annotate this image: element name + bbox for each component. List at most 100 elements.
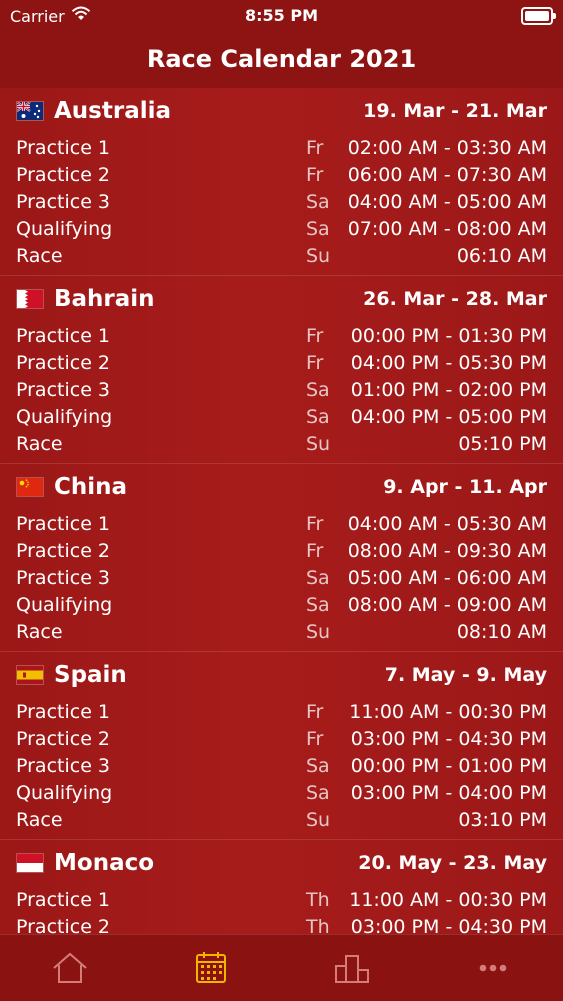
session-name: Practice 1 (16, 136, 111, 159)
session-time: 05:00 AM - 06:00 AM (347, 566, 547, 589)
session-name: Practice 1 (16, 324, 111, 347)
race-item[interactable]: Australia 19. Mar - 21. Mar Practice 1 F… (0, 88, 563, 276)
session-row: Practice 1 Fr 11:00 AM - 00:30 PM (16, 698, 547, 725)
session-row: Race Su 05:10 PM (16, 431, 547, 458)
session-time: 04:00 PM - 05:00 PM (350, 406, 547, 429)
session-name: Race (16, 809, 63, 832)
session-time: 01:00 PM - 02:00 PM (350, 378, 547, 401)
session-row: Practice 3 Sa 00:00 PM - 01:00 PM (16, 752, 547, 779)
session-day: Sa (306, 406, 330, 429)
session-time: 08:10 AM (456, 621, 547, 644)
session-time: 08:00 AM - 09:30 AM (347, 539, 547, 562)
session-name: Race (16, 433, 63, 456)
race-header: Monaco 20. May - 23. May (16, 848, 547, 878)
race-item[interactable]: China 9. Apr - 11. Apr Practice 1 Fr 04:… (0, 464, 563, 652)
country-name: China (54, 474, 128, 500)
session-day: Fr (306, 512, 324, 535)
session-day: Fr (306, 324, 324, 347)
session-name: Qualifying (16, 218, 113, 241)
session-time: 04:00 AM - 05:00 AM (347, 190, 547, 213)
tab-standings[interactable] (312, 946, 392, 990)
session-row: Practice 3 Sa 01:00 PM - 02:00 PM (16, 376, 547, 403)
monaco-flag-icon (16, 853, 44, 873)
session-day: Sa (306, 218, 330, 241)
session-day: Sa (306, 754, 330, 777)
session-name: Practice 1 (16, 700, 111, 723)
spain-flag-icon (16, 665, 44, 685)
session-time: 08:00 AM - 09:00 AM (347, 594, 547, 617)
session-row: Practice 2 Fr 06:00 AM - 07:30 AM (16, 161, 547, 188)
china-flag-icon (16, 477, 44, 497)
bahrain-flag-icon (16, 289, 44, 309)
session-day: Sa (306, 566, 330, 589)
session-row: Practice 2 Fr 03:00 PM - 04:30 PM (16, 725, 547, 752)
race-item[interactable]: Bahrain 26. Mar - 28. Mar Practice 1 Fr … (0, 276, 563, 464)
session-list: Practice 1 Th 11:00 AM - 00:30 PM Practi… (16, 886, 547, 934)
country-name: Monaco (54, 850, 155, 876)
country-name: Bahrain (54, 286, 155, 312)
session-day: Su (306, 245, 331, 268)
session-day: Fr (306, 539, 324, 562)
session-row: Qualifying Sa 07:00 AM - 08:00 AM (16, 216, 547, 243)
race-dates: 19. Mar - 21. Mar (363, 100, 547, 122)
session-time: 11:00 AM - 00:30 PM (349, 888, 547, 911)
session-day: Su (306, 433, 331, 456)
race-header: Australia 19. Mar - 21. Mar (16, 96, 547, 126)
session-name: Practice 2 (16, 727, 111, 750)
session-row: Practice 3 Sa 05:00 AM - 06:00 AM (16, 564, 547, 591)
session-name: Race (16, 621, 63, 644)
session-day: Th (306, 915, 330, 934)
tab-more[interactable] (453, 946, 533, 990)
session-row: Practice 2 Fr 04:00 PM - 05:30 PM (16, 349, 547, 376)
session-row: Qualifying Sa 04:00 PM - 05:00 PM (16, 404, 547, 431)
session-time: 02:00 AM - 03:30 AM (347, 136, 547, 159)
session-time: 03:10 PM (458, 809, 547, 832)
session-day: Fr (306, 163, 324, 186)
session-list: Practice 1 Fr 04:00 AM - 05:30 AM Practi… (16, 510, 547, 646)
session-name: Qualifying (16, 782, 113, 805)
session-day: Sa (306, 190, 330, 213)
tab-home[interactable] (30, 946, 110, 990)
tab-calendar[interactable] (171, 946, 251, 990)
navigation-bar: Race Calendar 2021 (0, 30, 563, 87)
race-list[interactable]: Australia 19. Mar - 21. Mar Practice 1 F… (0, 88, 563, 934)
race-item[interactable]: Spain 7. May - 9. May Practice 1 Fr 11:0… (0, 652, 563, 840)
session-row: Qualifying Sa 03:00 PM - 04:00 PM (16, 780, 547, 807)
page-title: Race Calendar 2021 (146, 44, 417, 73)
session-name: Practice 2 (16, 351, 111, 374)
session-name: Qualifying (16, 406, 113, 429)
race-dates: 26. Mar - 28. Mar (363, 288, 547, 310)
race-dates: 9. Apr - 11. Apr (383, 476, 547, 498)
session-time: 11:00 AM - 00:30 PM (349, 700, 547, 723)
session-name: Practice 3 (16, 190, 111, 213)
session-row: Practice 3 Sa 04:00 AM - 05:00 AM (16, 188, 547, 215)
race-header: Spain 7. May - 9. May (16, 660, 547, 690)
race-item[interactable]: Monaco 20. May - 23. May Practice 1 Th 1… (0, 840, 563, 934)
session-name: Practice 3 (16, 378, 111, 401)
session-list: Practice 1 Fr 02:00 AM - 03:30 AM Practi… (16, 134, 547, 270)
race-header: Bahrain 26. Mar - 28. Mar (16, 284, 547, 314)
session-name: Practice 3 (16, 754, 111, 777)
session-name: Race (16, 245, 63, 268)
session-row: Practice 2 Th 03:00 PM - 04:30 PM (16, 913, 547, 934)
race-dates: 7. May - 9. May (384, 664, 547, 686)
session-time: 00:00 PM - 01:30 PM (350, 324, 547, 347)
calendar-icon (196, 952, 227, 983)
session-day: Fr (306, 351, 324, 374)
battery-icon (521, 7, 556, 25)
session-day: Th (306, 888, 330, 911)
session-row: Race Su 08:10 AM (16, 619, 547, 646)
session-time: 06:00 AM - 07:30 AM (347, 163, 547, 186)
session-name: Practice 1 (16, 888, 111, 911)
country-name: Spain (54, 662, 127, 688)
session-day: Su (306, 809, 331, 832)
session-row: Race Su 06:10 AM (16, 243, 547, 270)
status-bar: Carrier 8:55 PM (0, 0, 563, 30)
session-list: Practice 1 Fr 00:00 PM - 01:30 PM Practi… (16, 322, 547, 458)
session-time: 07:00 AM - 08:00 AM (347, 218, 547, 241)
session-time: 03:00 PM - 04:30 PM (350, 915, 547, 934)
session-name: Practice 1 (16, 512, 111, 535)
session-day: Sa (306, 782, 330, 805)
session-time: 04:00 AM - 05:30 AM (347, 512, 547, 535)
session-row: Practice 1 Th 11:00 AM - 00:30 PM (16, 886, 547, 913)
